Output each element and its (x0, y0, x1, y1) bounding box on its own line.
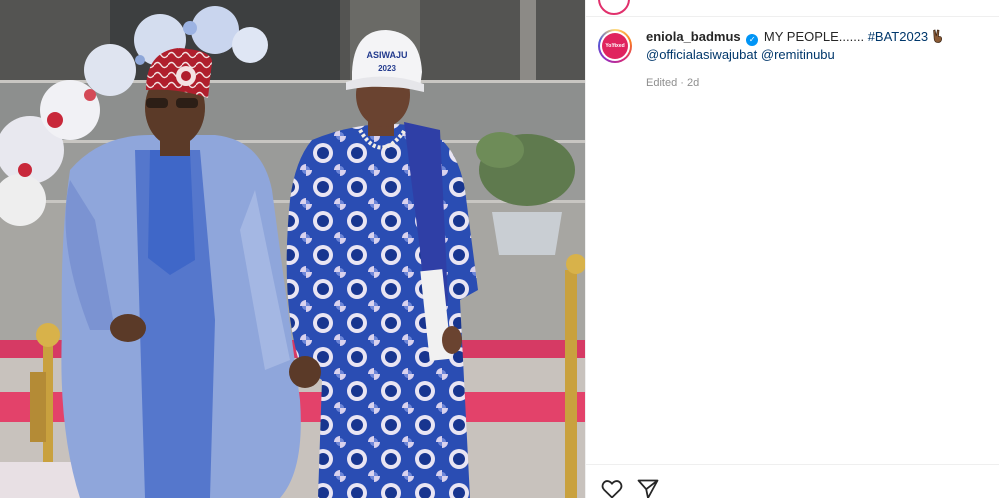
post-caption: Yo!fixed eniola_badmus ✓ MY PEOPLE......… (598, 29, 987, 91)
post-details-panel: Yo!fixed eniola_badmus ✓ MY PEOPLE......… (585, 0, 999, 498)
post-meta: Edited · 2d (646, 75, 976, 91)
author-username[interactable]: eniola_badmus (646, 29, 741, 44)
author-avatar[interactable]: Yo!fixed (598, 29, 632, 63)
verified-badge-icon: ✓ (746, 34, 759, 46)
caption-text: MY PEOPLE....... (763, 29, 868, 44)
author-avatar-image: Yo!fixed (602, 33, 628, 59)
edited-label: Edited (646, 77, 678, 89)
share-icon[interactable] (636, 477, 660, 498)
hashtag-link[interactable]: #BAT2023 (868, 29, 928, 44)
meta-separator: · (677, 77, 687, 89)
caption-body: eniola_badmus ✓ MY PEOPLE....... #BAT202… (646, 29, 976, 91)
post-photo[interactable]: ASIWAJU 2023 (0, 0, 585, 498)
heart-icon[interactable] (600, 477, 624, 498)
header-avatar[interactable] (598, 0, 630, 15)
victory-hand-icon (932, 29, 944, 47)
cap-text-asiwaju: ASIWAJU (366, 50, 407, 60)
instagram-post: ASIWAJU 2023 Yo!fixed eniola_badmus ✓ MY… (0, 0, 999, 498)
post-time[interactable]: 2d (687, 77, 699, 89)
header-strip (586, 0, 999, 17)
mention-officialasiwajubat[interactable]: @officialasiwajubat (646, 47, 757, 62)
action-bar (586, 464, 999, 498)
photo-illustration: ASIWAJU 2023 (0, 0, 585, 498)
mention-remitinubu[interactable]: @remitinubu (761, 47, 835, 62)
cap-text-2023: 2023 (378, 64, 396, 73)
